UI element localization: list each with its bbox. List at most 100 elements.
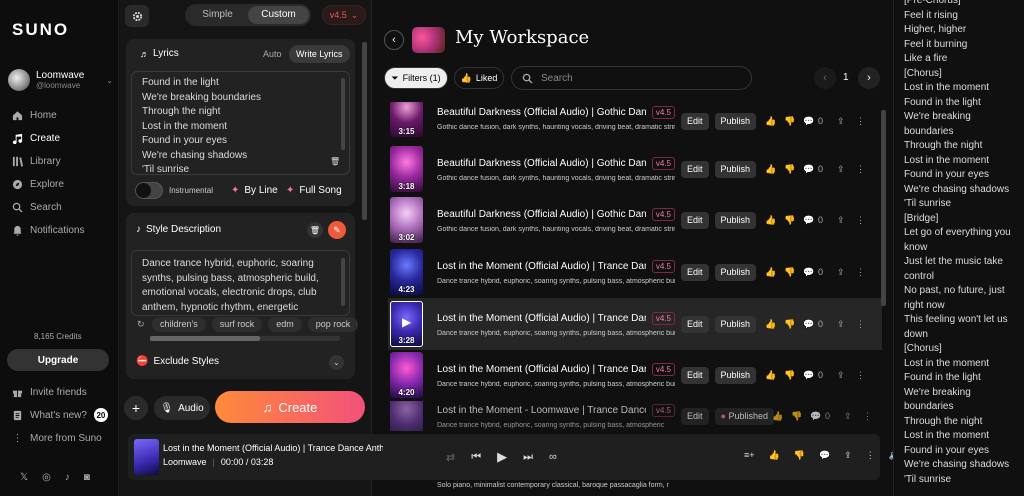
version-select[interactable]: v4.5 ⌄ [322, 5, 366, 25]
published-button[interactable]: ● Published [714, 407, 774, 425]
style-tag[interactable]: edm [268, 317, 302, 332]
edit-button[interactable]: Edit [681, 263, 709, 281]
style-tag[interactable]: surf rock [211, 317, 263, 332]
play-icon[interactable]: ▶ [497, 449, 507, 465]
comment-icon[interactable]: 💬 [803, 267, 814, 277]
share-icon[interactable]: ⇪ [837, 215, 847, 225]
edit-button[interactable]: Edit [681, 315, 709, 333]
comment-icon[interactable]: 💬 [803, 164, 814, 174]
thumbs-up-icon[interactable]: 👍 [772, 411, 783, 421]
nav-library[interactable]: Library [12, 154, 112, 168]
shuffle-icon[interactable]: ⇄ [446, 451, 455, 464]
trash-icon[interactable]: 🗑 [330, 157, 340, 166]
nav-home[interactable]: Home [12, 108, 112, 122]
filters-button[interactable]: ⏷ Filters (1) [384, 67, 448, 89]
thumbs-down-icon[interactable]: 👎 [784, 164, 795, 174]
song-thumbnail[interactable] [390, 401, 423, 431]
publish-button[interactable]: Publish [714, 160, 757, 178]
comment-icon[interactable]: 💬 [803, 319, 814, 329]
song-row[interactable]: Lost in the Moment - Loomwave | Trance D… [388, 401, 882, 431]
whats-new-link[interactable]: What's new? 20 [12, 408, 112, 422]
thumbs-down-icon[interactable]: 👎 [794, 450, 805, 461]
more-vertical-icon[interactable]: ⋮ [856, 116, 866, 126]
song-row[interactable]: ▶ 3:28 Lost in the Moment (Official Audio)… [388, 298, 882, 350]
invite-friends-link[interactable]: Invite friends [12, 385, 112, 399]
song-title[interactable]: Lost in the Moment (Official Audio) | Tr… [437, 313, 646, 324]
tiktok-icon[interactable]: ♪ [65, 472, 70, 483]
thumbs-down-icon[interactable]: 👎 [784, 319, 795, 329]
player-thumbnail[interactable] [134, 439, 159, 475]
chevron-down-icon[interactable]: ⌄ [329, 355, 344, 370]
style-tag[interactable]: pop rock [307, 317, 359, 332]
comment-icon[interactable]: 💬 [810, 411, 821, 421]
thumbs-up-icon[interactable]: 👍 [765, 164, 776, 174]
prev-page-button[interactable]: ‹ [814, 67, 836, 89]
more-from-suno-link[interactable]: ⋮ More from Suno [12, 431, 112, 445]
thumbs-down-icon[interactable]: 👎 [784, 370, 795, 380]
share-icon[interactable]: ⇪ [837, 370, 847, 380]
trash-icon[interactable]: 🗑 [307, 222, 323, 238]
nav-explore[interactable]: Explore [12, 177, 112, 191]
discord-icon[interactable]: ◙ [84, 472, 90, 483]
share-icon[interactable]: ⇪ [837, 267, 847, 277]
play-icon[interactable]: ▶ [402, 315, 411, 329]
auto-lyrics-button[interactable]: Auto [263, 49, 282, 59]
player-title[interactable]: Lost in the Moment (Official Audio) | Tr… [163, 443, 383, 453]
refresh-icon[interactable]: ↻ [137, 319, 145, 330]
thumbs-down-icon[interactable]: 👎 [784, 267, 795, 277]
workspace-scrollbar[interactable] [881, 110, 886, 306]
share-icon[interactable]: ⇪ [844, 450, 852, 461]
suno-logo[interactable]: SUNO [12, 20, 69, 40]
share-icon[interactable]: ⇪ [844, 411, 854, 421]
audio-button[interactable]: 🎙 Audio [154, 396, 210, 420]
next-page-button[interactable]: › [858, 67, 880, 89]
add-button[interactable]: + [124, 396, 148, 420]
back-button[interactable]: ‹ [384, 30, 404, 50]
more-vertical-icon[interactable]: ⋮ [856, 164, 866, 174]
more-vertical-icon[interactable]: ⋮ [856, 215, 866, 225]
skip-back-icon[interactable]: ⏮ [471, 451, 481, 464]
repeat-icon[interactable]: ∞ [549, 451, 557, 463]
comment-icon[interactable]: 💬 [803, 370, 814, 380]
nav-create[interactable]: Create [12, 131, 112, 145]
settings-button[interactable] [125, 5, 149, 27]
song-title[interactable]: Beautiful Darkness (Official Audio) | Go… [437, 107, 646, 118]
thumbs-down-icon[interactable]: 👎 [784, 116, 795, 126]
song-thumbnail[interactable]: 3:18 [390, 146, 423, 192]
mode-simple[interactable]: Simple [187, 6, 248, 24]
song-thumbnail[interactable]: 3:02 [390, 197, 423, 243]
full-song-button[interactable]: ✦ Full Song [286, 185, 342, 196]
song-thumbnail[interactable]: 3:15 [390, 102, 423, 137]
thumbs-up-icon[interactable]: 👍 [765, 116, 776, 126]
lyrics-input[interactable]: Found in the light We're breaking boundar… [131, 71, 350, 175]
tags-scrollbar[interactable] [150, 336, 340, 341]
more-vertical-icon[interactable]: ⋮ [856, 319, 866, 329]
upgrade-button[interactable]: Upgrade [7, 349, 109, 371]
publish-button[interactable]: Publish [714, 315, 757, 333]
share-icon[interactable]: ⇪ [837, 164, 847, 174]
song-thumbnail[interactable]: 4:20 [390, 352, 423, 398]
song-thumbnail[interactable]: 4:23 [390, 249, 423, 295]
style-tag[interactable]: children's [152, 317, 206, 332]
instagram-icon[interactable]: ◎ [42, 472, 51, 483]
more-vertical-icon[interactable]: ⋮ [856, 267, 866, 277]
edit-button[interactable]: Edit [681, 112, 709, 130]
song-row[interactable]: 4:20 Lost in the Moment (Official Audio) … [388, 349, 882, 401]
search-field[interactable]: Search [511, 66, 752, 90]
song-title[interactable]: Lost in the Moment - Loomwave | Trance D… [437, 405, 646, 416]
song-title[interactable]: Lost in the Moment (Official Audio) | Tr… [437, 261, 646, 272]
song-title[interactable]: Beautiful Darkness (Official Audio) | Go… [437, 209, 646, 220]
song-title[interactable]: Lost in the Moment (Official Audio) | Tr… [437, 364, 646, 375]
skip-forward-icon[interactable]: ⏭ [523, 451, 533, 464]
player-artist[interactable]: Loomwave [163, 457, 207, 467]
mode-custom[interactable]: Custom [248, 6, 309, 24]
edit-button[interactable]: Edit [681, 366, 709, 384]
by-line-button[interactable]: ✦ By Line [231, 185, 278, 196]
nav-search[interactable]: Search [12, 200, 112, 214]
magic-wand-icon[interactable]: ✎ [328, 221, 346, 239]
comment-icon[interactable]: 💬 [803, 215, 814, 225]
song-row[interactable]: 4:23 Lost in the Moment (Official Audio) … [388, 246, 882, 298]
publish-button[interactable]: Publish [714, 263, 757, 281]
thumbs-up-icon[interactable]: 👍 [765, 267, 776, 277]
thumbs-up-icon[interactable]: 👍 [769, 450, 780, 461]
